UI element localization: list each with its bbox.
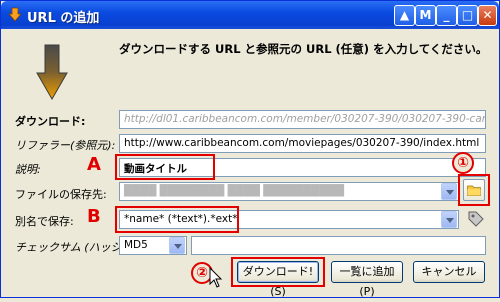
download-button[interactable]: ダウンロード!(S): [237, 261, 319, 298]
save-as-dropdown-button[interactable]: [441, 211, 457, 228]
save-location-label: ファイルの保存先:: [15, 188, 107, 201]
close-button[interactable]: ✕: [478, 5, 497, 26]
annotation-label-a: A: [87, 154, 101, 175]
annotation-label-1: ①: [452, 152, 474, 174]
download-arrow-icon: [8, 7, 22, 22]
annotation-label-b: B: [87, 206, 101, 227]
add-url-dialog: URL の追加 ▲ M _ □ ✕ ダウンロードする URL と参照元の URL…: [0, 0, 500, 298]
annotation-box-1: [458, 174, 490, 206]
save-as-label: 別名で保存:: [15, 215, 74, 228]
maximize-button[interactable]: □: [457, 5, 478, 26]
checksum-value-field[interactable]: [191, 236, 486, 255]
download-label: ダウンロード:: [15, 115, 86, 128]
help-button[interactable]: ▲: [394, 5, 415, 26]
save-location-combo[interactable]: ████ ████████ ████ ██████████: [119, 182, 459, 201]
download-arrow-icon: [36, 44, 68, 101]
menu-button[interactable]: M: [415, 5, 436, 26]
minimize-button[interactable]: _: [436, 5, 457, 26]
description-label: 説明:: [15, 163, 41, 176]
annotation-box-a: [115, 154, 215, 180]
save-location-dropdown-button[interactable]: [441, 183, 457, 200]
title-bar[interactable]: URL の追加 ▲ M _ □ ✕: [1, 1, 499, 29]
referrer-label: リファラー(参照元):: [15, 139, 116, 152]
download-url-field[interactable]: http://dl01.caribbeancom.com/member/0302…: [119, 110, 486, 129]
window-title: URL の追加: [27, 11, 100, 26]
instruction-text: ダウンロードする URL と参照元の URL (任意) を入力してください。: [119, 42, 488, 56]
checksum-type-dropdown-button[interactable]: [169, 237, 185, 254]
referrer-url-field[interactable]: http://www.caribbeancom.com/moviepages/0…: [119, 134, 486, 153]
mouse-cursor-icon: [209, 267, 223, 288]
cancel-button[interactable]: キャンセル: [413, 261, 485, 283]
annotation-box-b: [115, 206, 239, 233]
add-to-list-button[interactable]: 一覧に追加(P): [331, 261, 403, 298]
tag-icon[interactable]: [467, 210, 485, 228]
